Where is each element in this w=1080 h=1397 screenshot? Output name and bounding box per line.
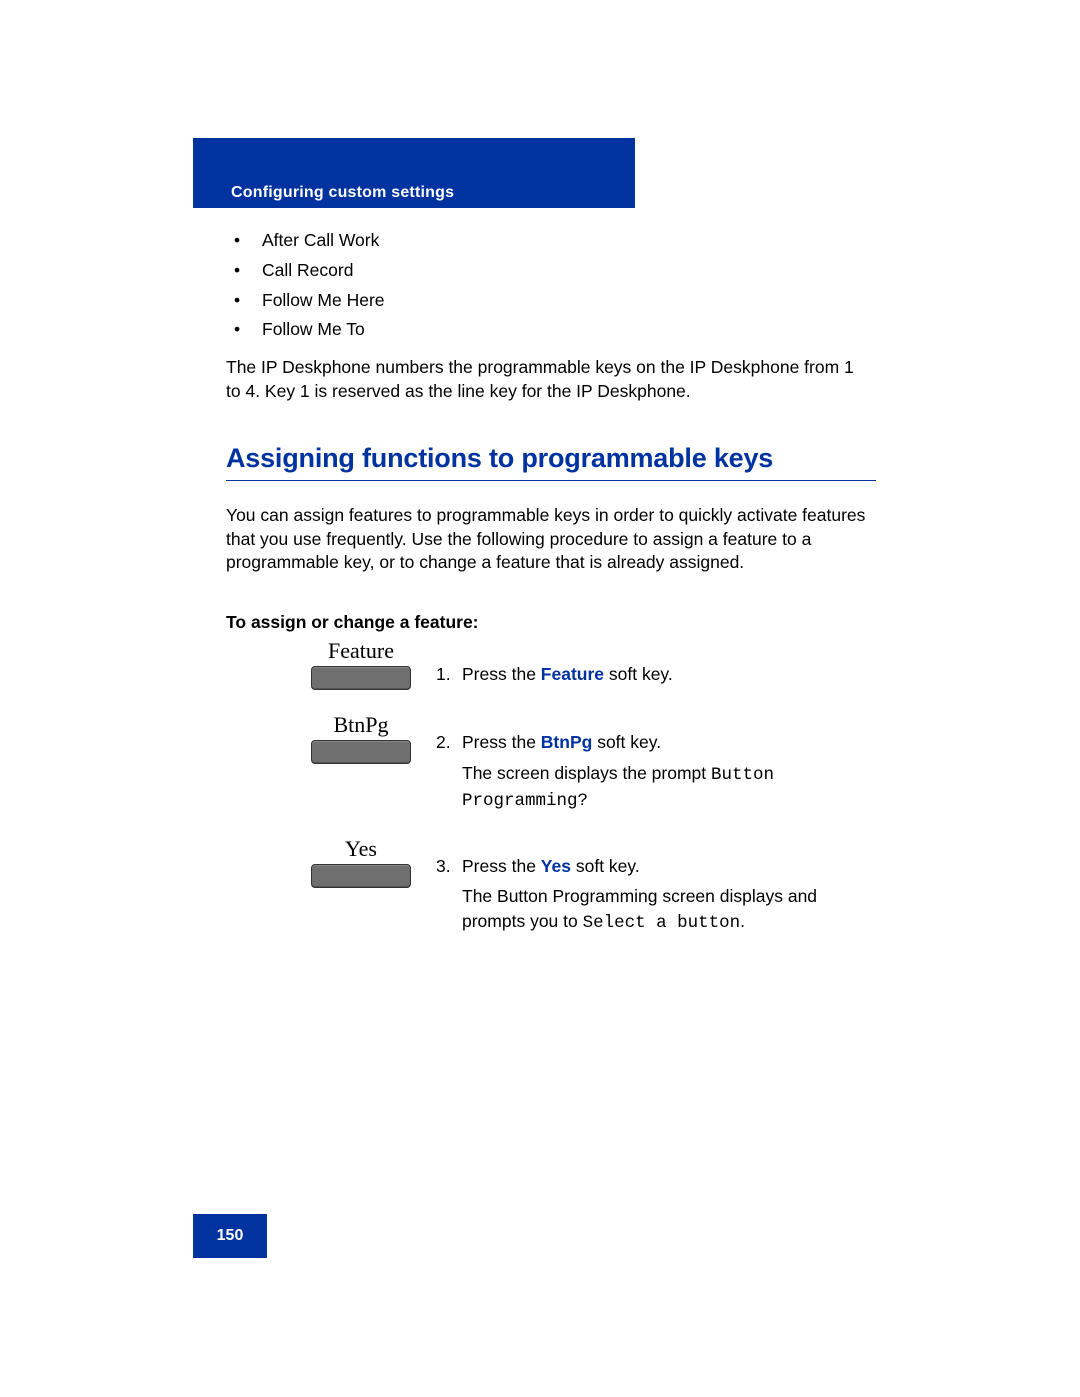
step-row: Yes 3.Press the Yes soft key. The Button…	[286, 836, 881, 936]
softkey-illustration: Yes	[286, 836, 436, 888]
keyword: Yes	[541, 856, 571, 876]
step-row: Feature 1.Press the Feature soft key.	[286, 638, 881, 690]
softkey-label: BtnPg	[286, 712, 436, 738]
header-bar-top	[193, 138, 635, 178]
procedure-steps: Feature 1.Press the Feature soft key. Bt…	[286, 638, 881, 957]
heading-assigning-functions: Assigning functions to programmable keys	[226, 443, 876, 481]
softkey-label: Feature	[286, 638, 436, 664]
paragraph: You can assign features to programmable …	[226, 504, 876, 575]
list-item: Call Record	[226, 256, 385, 286]
text: soft key.	[592, 732, 661, 752]
softkey-button-graphic	[311, 740, 411, 764]
text: soft key.	[604, 664, 673, 684]
text: The screen displays the prompt	[462, 763, 711, 783]
procedure-title: To assign or change a feature:	[226, 612, 479, 633]
step-number: 2.	[436, 730, 462, 755]
list-item: Follow Me To	[226, 315, 385, 345]
keyword: BtnPg	[541, 732, 593, 752]
softkey-button-graphic	[311, 864, 411, 888]
softkey-illustration: BtnPg	[286, 712, 436, 764]
feature-bullet-list: After Call Work Call Record Follow Me He…	[226, 226, 385, 345]
prompt-text: Select a button	[583, 913, 741, 933]
softkey-button-graphic	[311, 666, 411, 690]
step-row: BtnPg 2.Press the BtnPg soft key. The sc…	[286, 712, 881, 814]
text: Press the	[462, 664, 541, 684]
page-number: 150	[193, 1214, 267, 1258]
step-number: 3.	[436, 854, 462, 879]
text: Press the	[462, 856, 541, 876]
section-header: Configuring custom settings	[193, 178, 635, 208]
softkey-label: Yes	[286, 836, 436, 862]
step-text: 3.Press the Yes soft key. The Button Pro…	[436, 836, 881, 936]
text: .	[740, 911, 745, 931]
list-item: After Call Work	[226, 226, 385, 256]
text: soft key.	[571, 856, 640, 876]
step-number: 1.	[436, 662, 462, 687]
paragraph: The IP Deskphone numbers the programmabl…	[226, 356, 856, 403]
list-item: Follow Me Here	[226, 286, 385, 316]
text: Press the	[462, 732, 541, 752]
softkey-illustration: Feature	[286, 638, 436, 690]
step-text: 1.Press the Feature soft key.	[436, 638, 881, 687]
keyword: Feature	[541, 664, 604, 684]
step-text: 2.Press the BtnPg soft key. The screen d…	[436, 712, 881, 814]
